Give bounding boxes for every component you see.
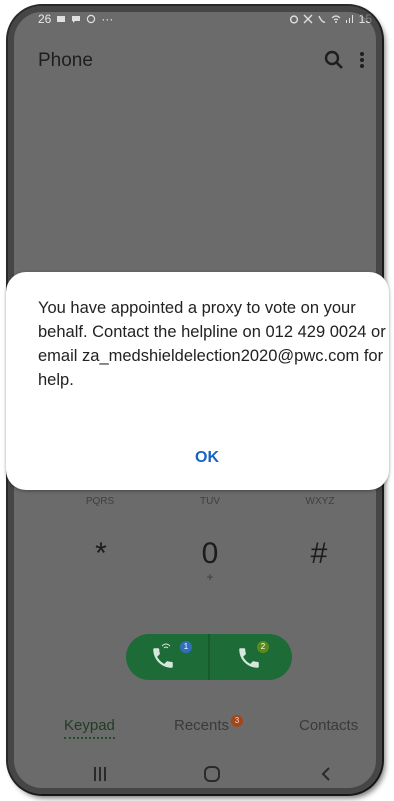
ok-button[interactable]: OK [182, 444, 232, 472]
tab-contacts[interactable]: Contacts [299, 717, 358, 734]
page-title: Phone [38, 50, 93, 71]
status-left: 26 ··· [38, 12, 113, 26]
key-7-letters: PQRS [85, 496, 115, 507]
key-hash-label: # [310, 537, 328, 570]
status-bar: 26 ··· 15 [8, 6, 382, 30]
key-8-letters: TUV [200, 496, 220, 507]
wifi-calling-icon [161, 643, 171, 649]
home-icon[interactable] [192, 762, 232, 786]
tab-recents[interactable]: Recents [174, 717, 229, 734]
status-right: 15 [289, 12, 372, 26]
app-bar: Phone [8, 38, 382, 78]
notification-icon [57, 16, 66, 22]
message-icon [72, 16, 81, 23]
tab-keypad[interactable]: Keypad [64, 717, 115, 739]
call-sim1-button[interactable]: 1 [126, 634, 208, 680]
call-buttons: 1 2 [126, 634, 292, 680]
recent-apps-icon[interactable] [80, 762, 120, 786]
search-icon[interactable] [322, 48, 346, 72]
key-star-label: * [95, 537, 107, 570]
status-more-indicator: ··· [101, 12, 114, 26]
key-0[interactable]: 0 + [175, 536, 245, 584]
proxy-alert-dialog: You have appointed a proxy to vote on yo… [6, 272, 389, 490]
more-vert-icon[interactable] [350, 48, 374, 72]
wifi-call-icon [317, 15, 325, 23]
back-icon[interactable] [306, 762, 346, 786]
dialog-message: You have appointed a proxy to vote on yo… [38, 299, 386, 389]
recents-badge: 3 [231, 715, 243, 727]
key-0-sub: + [206, 570, 214, 584]
key-9-letters: WXYZ [305, 496, 335, 507]
call-sim2-button[interactable]: 2 [210, 634, 292, 680]
mute-icon [303, 14, 313, 24]
status-time: 26 [38, 12, 52, 26]
key-hash[interactable]: # [284, 536, 354, 572]
key-0-label: 0 [201, 537, 219, 570]
sim2-badge: 2 [257, 641, 269, 653]
wifi-icon [331, 15, 341, 23]
status-battery-time: 15 [358, 12, 372, 26]
whatsapp-icon [87, 14, 96, 24]
bottom-tabs: Keypad Recents Contacts [8, 711, 382, 741]
sim1-badge: 1 [180, 641, 192, 653]
alarm-icon [289, 15, 298, 24]
signal-icon [345, 15, 353, 23]
keypad-bottom-row: * 0 + # [8, 536, 382, 606]
system-nav-bar [8, 754, 382, 794]
key-star[interactable]: * [66, 536, 136, 572]
